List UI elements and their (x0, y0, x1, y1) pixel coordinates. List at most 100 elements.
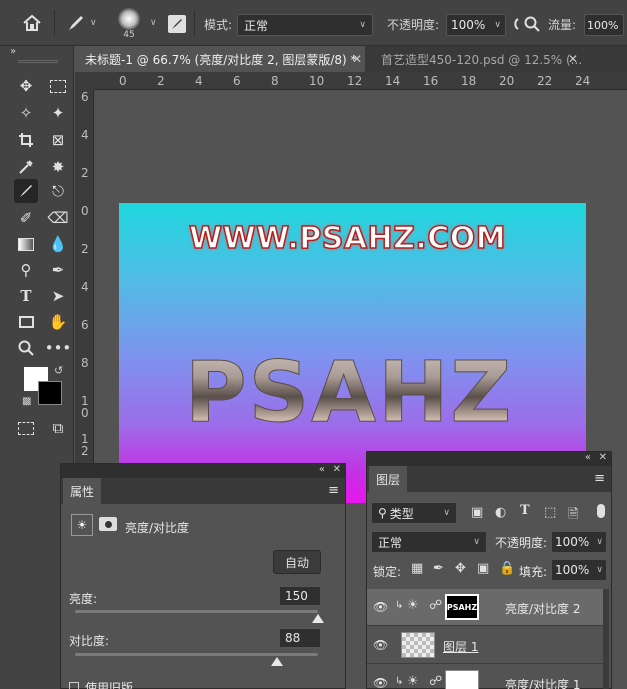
contrast-slider[interactable] (75, 653, 318, 656)
panel-menu-icon[interactable]: ≡ (328, 483, 339, 498)
panel-menu-icon[interactable]: ≡ (594, 471, 605, 486)
brush-tool-icon[interactable] (14, 179, 38, 203)
legacy-checkbox[interactable] (69, 682, 79, 689)
spot-healing-tool-icon[interactable]: ✸ (46, 155, 70, 179)
eraser-tool-icon[interactable]: ⌫ (46, 206, 70, 230)
quick-mask-icon[interactable] (14, 416, 38, 440)
ruler-tick-label: 8 (81, 356, 89, 370)
close-tab-icon[interactable]: ✕ (568, 52, 578, 66)
layer-opacity-select[interactable]: 100% ∨ (551, 531, 607, 553)
screen-mode-icon[interactable]: ⧉ (46, 416, 70, 440)
properties-panel-header[interactable]: « ✕ (61, 464, 345, 478)
adjustment-filter-icon[interactable]: ◐ (495, 505, 506, 520)
blend-mode-select[interactable]: 正常 ∨ (371, 531, 487, 553)
lock-transparent-icon[interactable]: ▦ (411, 561, 423, 576)
gradient-tool-icon[interactable] (14, 232, 38, 256)
tab-layers[interactable]: 图层 (369, 466, 408, 492)
toolbar-grip[interactable] (18, 60, 58, 63)
logo-3d-text: PSAHZ (184, 343, 514, 442)
brush-settings-icon[interactable] (168, 15, 186, 33)
contrast-slider-thumb[interactable] (270, 657, 283, 666)
crop-tool-icon[interactable] (14, 128, 38, 152)
home-icon[interactable] (22, 14, 42, 32)
visibility-eye-icon[interactable]: 👁 (373, 676, 388, 689)
opacity-select[interactable]: 100% ∨ (446, 14, 506, 36)
brightness-slider-thumb[interactable] (312, 614, 324, 623)
layer-thumbnail[interactable] (401, 632, 435, 658)
move-tool-icon[interactable]: ✥ (14, 74, 38, 98)
collapse-panel-icon[interactable]: « (319, 464, 325, 475)
history-brush-tool-icon[interactable]: ✐ (14, 206, 38, 230)
brush-picker-chevron-icon[interactable]: ∨ (150, 18, 157, 28)
lasso-tool-icon[interactable]: ✧ (14, 101, 38, 125)
ruler-tick-label: 4 (195, 74, 203, 88)
brightness-contrast-icon: ☀ (407, 598, 419, 613)
lock-position-icon[interactable]: ✥ (455, 561, 466, 576)
swap-colors-icon[interactable]: ↺ (54, 364, 63, 377)
smart-object-filter-icon[interactable]: 🗎 (568, 505, 578, 527)
flow-select[interactable]: 100% (584, 14, 624, 36)
eyedropper-tool-icon[interactable] (14, 155, 38, 179)
type-filter-icon[interactable]: T (520, 503, 530, 518)
dodge-tool-icon[interactable]: ⚲ (14, 258, 38, 282)
close-tab-icon[interactable]: ✕ (352, 52, 362, 66)
ruler-tick-label: 2 (157, 74, 165, 88)
vertical-ruler[interactable]: 6 4 2 0 2 4 6 8 10 12 (75, 90, 94, 470)
layers-scrollbar[interactable] (603, 589, 609, 689)
auto-button[interactable]: 自动 (273, 550, 321, 574)
tab-untitled-1[interactable]: 未标题-1 @ 66.7% (亮度/对比度 2, 图层蒙版/8) * (75, 46, 365, 72)
horizontal-ruler[interactable]: 0 2 4 6 8 10 12 14 16 18 20 22 24 (94, 72, 627, 90)
brightness-input[interactable]: 150 (279, 586, 321, 606)
collapse-toolbar-icon[interactable]: » (10, 46, 16, 57)
marquee-tool-icon[interactable] (46, 74, 70, 98)
more-tools-icon[interactable]: ••• (45, 336, 72, 360)
tab-properties[interactable]: 属性 (63, 478, 102, 504)
shape-filter-icon[interactable]: ⬚ (544, 505, 556, 520)
pen-tool-icon[interactable]: ✒ (46, 258, 70, 282)
brightness-contrast-icon[interactable]: ☀ (71, 514, 93, 536)
layer-mask-thumbnail[interactable] (445, 670, 479, 689)
brush-tool-preset-icon[interactable]: ∨ (66, 14, 97, 32)
layer-filter-select[interactable]: ⚲ 类型 ∨ (371, 502, 457, 524)
layer-row-brightness-contrast-1[interactable]: 👁 ↳ ☀ ☍ 亮度/对比度 1 (367, 665, 607, 689)
tab-shouyi[interactable]: 首艺造型450-120.psd @ 12.5% (... (371, 46, 589, 72)
layer-row-layer-1[interactable]: 👁 图层 1 (367, 627, 607, 664)
search-icon[interactable] (524, 16, 540, 32)
filter-toggle[interactable] (597, 504, 605, 518)
blur-tool-icon[interactable]: 💧 (46, 232, 70, 256)
close-panel-icon[interactable]: ✕ (333, 464, 341, 475)
visibility-eye-icon[interactable]: 👁 (373, 600, 388, 614)
type-tool-icon[interactable]: T (14, 284, 38, 308)
brightness-slider[interactable] (75, 610, 318, 613)
contrast-input[interactable]: 88 (279, 628, 321, 648)
pixel-filter-icon[interactable]: ▣ (471, 505, 483, 520)
ruler-corner[interactable] (75, 72, 94, 90)
magic-wand-tool-icon[interactable]: ✦ (46, 101, 70, 125)
layers-panel-header[interactable]: « ✕ (367, 452, 611, 466)
path-selection-tool-icon[interactable]: ➤ (46, 284, 70, 308)
lock-image-icon[interactable]: ✒ (433, 561, 444, 576)
brush-size-picker[interactable]: 45 (118, 8, 140, 40)
pressure-opacity-icon[interactable] (510, 17, 520, 31)
hand-tool-icon[interactable]: ✋ (46, 310, 70, 334)
zoom-tool-icon[interactable] (14, 336, 38, 360)
fill-select[interactable]: 100% ∨ (551, 559, 607, 581)
collapse-panel-icon[interactable]: « (585, 452, 591, 463)
background-color-swatch[interactable] (38, 381, 62, 405)
mode-select[interactable]: 正常 ∨ (237, 14, 373, 36)
link-chain-icon[interactable]: ☍ (429, 598, 442, 613)
default-colors-icon[interactable]: ▩ (22, 396, 31, 407)
clone-stamp-tool-icon[interactable]: ⎋ (46, 179, 70, 203)
layer-row-brightness-contrast-2[interactable]: 👁 ↳ ☀ ☍ PSAHZ 亮度/对比度 2 (367, 589, 607, 626)
lock-all-icon[interactable]: 🔒 (499, 561, 515, 576)
visibility-eye-icon[interactable]: 👁 (373, 638, 388, 652)
link-chain-icon[interactable]: ☍ (429, 674, 442, 689)
rectangle-tool-icon[interactable] (14, 310, 38, 334)
close-panel-icon[interactable]: ✕ (599, 452, 607, 463)
layer-name: 图层 1 (443, 640, 479, 654)
frame-tool-icon[interactable]: ⊠ (46, 128, 70, 152)
ruler-tick-label: 0 (119, 74, 127, 88)
lock-artboard-icon[interactable]: ▣ (477, 561, 489, 576)
mask-icon[interactable] (99, 517, 117, 531)
layer-mask-thumbnail[interactable]: PSAHZ (445, 594, 479, 620)
